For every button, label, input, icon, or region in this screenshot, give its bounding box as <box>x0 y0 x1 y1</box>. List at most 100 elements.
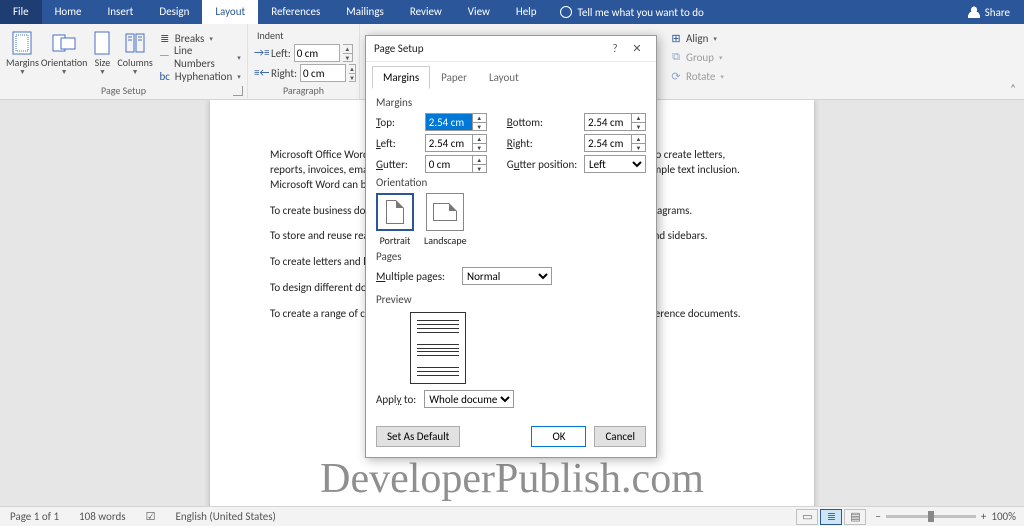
margin-top-spinner[interactable]: ▲▼ <box>473 113 487 131</box>
dialog-tab-margins[interactable]: Margins <box>372 66 430 89</box>
share-button[interactable]: Share <box>954 6 1024 19</box>
indent-left-label: Left: <box>271 47 291 60</box>
group-label: Group <box>686 51 714 64</box>
status-language[interactable]: English (United States) <box>165 510 285 523</box>
tell-me-label: Tell me what you want to do <box>578 6 704 19</box>
indent-right-spinner[interactable]: ▲▼ <box>349 64 356 82</box>
page-setup-dialog: Page Setup ? ✕ Margins Paper Layout Marg… <box>365 35 657 458</box>
view-read-mode[interactable]: ▭ <box>796 509 818 525</box>
align-button[interactable]: ⊞Align▾ <box>666 29 727 47</box>
hyphenation-icon: bc <box>158 69 172 83</box>
view-web-layout[interactable]: ▤ <box>844 509 866 525</box>
orientation-icon <box>51 30 77 56</box>
group-label-page-setup: Page Setup <box>0 84 247 97</box>
margin-bottom-input[interactable] <box>584 113 632 131</box>
group-paragraph: Indent →≡Left:▲▼ ≡←Right:▲▼ Paragraph <box>248 24 360 99</box>
group-arrange: ⊞Align▾ ⧉Group▾ ⟳Rotate▾ <box>660 24 733 99</box>
group-page-setup: Margins▼ Orientation▼ Size▼ Columns▼ ≣Br… <box>0 24 248 99</box>
tab-file[interactable]: File <box>0 0 42 24</box>
group-button: ⧉Group▾ <box>666 48 727 66</box>
section-pages: Pages <box>376 250 646 263</box>
columns-button[interactable]: Columns▼ <box>117 27 152 76</box>
margin-right-spinner[interactable]: ▲▼ <box>632 134 646 152</box>
margin-left-spinner[interactable]: ▲▼ <box>473 134 487 152</box>
ok-button[interactable]: OK <box>531 426 586 447</box>
zoom-out-button[interactable]: − <box>875 510 880 523</box>
tab-insert[interactable]: Insert <box>95 0 147 24</box>
margin-top-input[interactable] <box>425 113 473 131</box>
orientation-portrait[interactable]: Portrait <box>376 193 414 247</box>
align-icon: ⊞ <box>669 31 683 45</box>
indent-left-icon: →≡ <box>254 46 268 60</box>
zoom-level[interactable]: 100% <box>991 510 1016 523</box>
multiple-pages-select[interactable]: Normal <box>462 267 552 285</box>
dialog-titlebar: Page Setup ? ✕ <box>366 36 656 62</box>
dialog-close-button[interactable]: ✕ <box>626 38 648 60</box>
status-page[interactable]: Page 1 of 1 <box>0 510 69 523</box>
apply-to-label: Apply to: <box>376 393 416 406</box>
set-default-button[interactable]: Set As Default <box>376 426 460 447</box>
indent-right-icon: ≡← <box>254 66 268 80</box>
apply-to-select[interactable]: Whole document <box>424 390 514 408</box>
tab-mailings[interactable]: Mailings <box>333 0 397 24</box>
dialog-tabs: Margins Paper Layout <box>366 62 656 89</box>
line-numbers-button[interactable]: 𝄖Line Numbers▾ <box>155 48 244 66</box>
portrait-label: Portrait <box>380 234 411 247</box>
dialog-tab-paper[interactable]: Paper <box>430 66 478 89</box>
person-icon <box>968 6 980 18</box>
breaks-label: Breaks <box>175 32 205 45</box>
tab-review[interactable]: Review <box>397 0 455 24</box>
status-bar: Page 1 of 1 108 words ☑ English (United … <box>0 506 1024 526</box>
indent-right-input[interactable] <box>300 64 346 82</box>
rotate-icon: ⟳ <box>669 69 683 83</box>
gutter-spinner[interactable]: ▲▼ <box>473 155 487 173</box>
status-words[interactable]: 108 words <box>69 510 136 523</box>
tell-me[interactable]: Tell me what you want to do <box>550 6 714 19</box>
zoom-slider[interactable] <box>886 515 976 518</box>
tab-design[interactable]: Design <box>146 0 202 24</box>
indent-left-input[interactable] <box>294 44 340 62</box>
margin-bottom-spinner[interactable]: ▲▼ <box>632 113 646 131</box>
status-proofing-icon[interactable]: ☑ <box>136 510 166 523</box>
dialog-help-button[interactable]: ? <box>604 38 626 60</box>
multiple-pages-label: Multiple pages: <box>376 270 454 283</box>
orientation-button[interactable]: Orientation▼ <box>41 27 88 76</box>
tab-references[interactable]: References <box>258 0 333 24</box>
tab-layout[interactable]: Layout <box>202 0 258 24</box>
preview-thumbnail <box>410 312 466 384</box>
indent-left-spinner[interactable]: ▲▼ <box>343 44 353 62</box>
dialog-title: Page Setup <box>374 42 604 55</box>
zoom-in-button[interactable]: + <box>981 510 986 523</box>
share-label: Share <box>985 6 1010 19</box>
margin-right-label: Right: <box>507 137 578 150</box>
margin-top-label: Top: <box>376 116 419 129</box>
line-numbers-icon: 𝄖 <box>158 50 171 64</box>
gutter-pos-label: Gutter position: <box>507 158 578 171</box>
indent-right-label: Right: <box>271 67 297 80</box>
hyphenation-button[interactable]: bcHyphenation▾ <box>155 67 244 85</box>
section-preview: Preview <box>376 293 646 306</box>
orientation-landscape[interactable]: Landscape <box>424 193 467 247</box>
tab-home[interactable]: Home <box>42 0 95 24</box>
landscape-label: Landscape <box>424 234 467 247</box>
margin-left-input[interactable] <box>425 134 473 152</box>
margins-button[interactable]: Margins▼ <box>6 27 39 76</box>
tab-help[interactable]: Help <box>503 0 550 24</box>
margin-right-input[interactable] <box>584 134 632 152</box>
dialog-tab-layout[interactable]: Layout <box>478 66 530 89</box>
indent-heading: Indent <box>254 29 353 42</box>
size-icon <box>89 30 115 56</box>
view-print-layout[interactable]: ≣ <box>820 509 842 525</box>
size-button[interactable]: Size▼ <box>89 27 115 76</box>
gutter-label: Gutter: <box>376 158 419 171</box>
gutter-input[interactable] <box>425 155 473 173</box>
rotate-label: Rotate <box>686 70 715 83</box>
gutter-pos-select[interactable]: Left <box>584 155 646 173</box>
tab-view[interactable]: View <box>455 0 503 24</box>
rotate-button: ⟳Rotate▾ <box>666 67 727 85</box>
cancel-button[interactable]: Cancel <box>594 426 646 447</box>
page-setup-dialog-launcher[interactable] <box>233 86 243 96</box>
group-icon: ⧉ <box>669 50 683 64</box>
align-label: Align <box>686 32 708 45</box>
collapse-ribbon-button[interactable]: ˄ <box>1002 78 1024 99</box>
